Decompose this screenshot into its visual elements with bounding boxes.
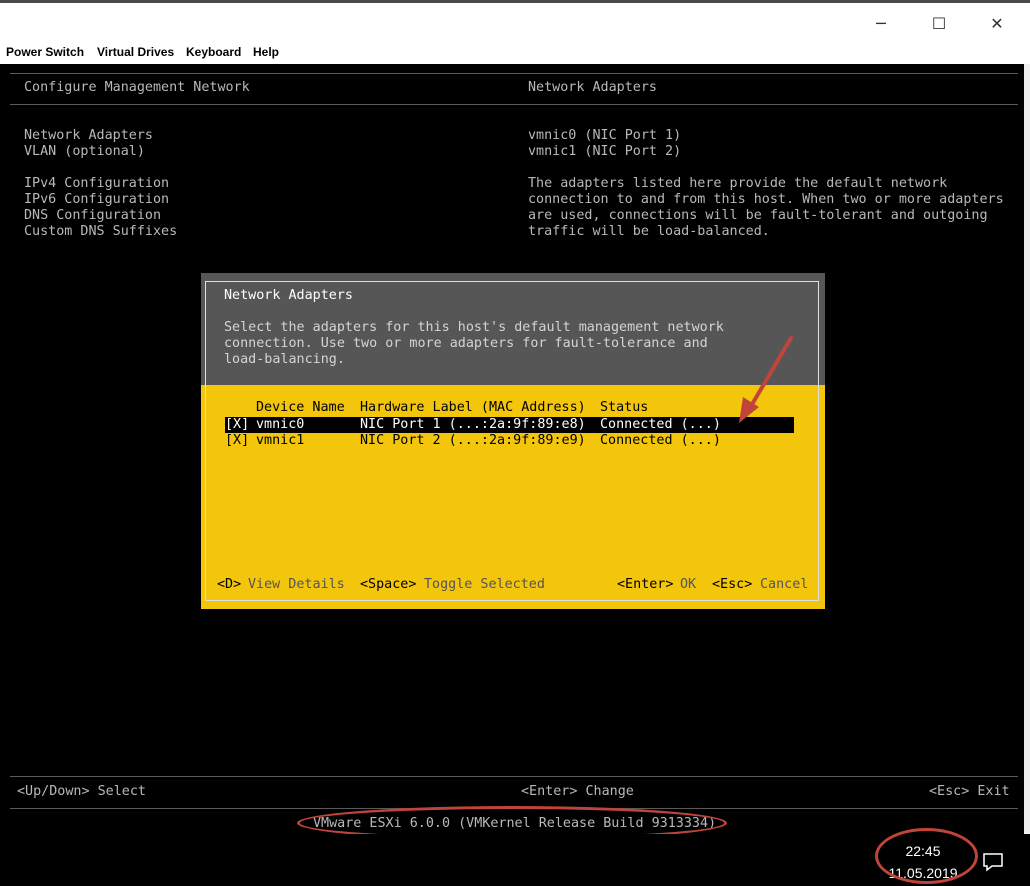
annotation-oval-clock [875,828,978,884]
menu-item-ipv4[interactable]: IPv4 Configuration [24,176,169,192]
menu-keyboard[interactable]: Keyboard [186,45,241,59]
minimize-icon[interactable]: ─ [858,11,904,37]
menu-item-dns-suffixes[interactable]: Custom DNS Suffixes [24,224,177,240]
menu-help[interactable]: Help [253,45,279,59]
console-left-title: Configure Management Network [24,80,250,95]
notification-icon[interactable] [982,852,1004,872]
row-status-vmnic1: Connected (...) [600,433,721,448]
adapter-description-line: connection to and from this host. When t… [528,192,1004,207]
footer-select-hint: <Up/Down> Select [17,784,146,799]
adapter-info-vmnic1: vmnic1 (NIC Port 2) [528,144,682,159]
cancel-label: Cancel [760,577,809,592]
dialog-description-line: load-balancing. [224,352,345,367]
close-icon[interactable]: ✕ [974,11,1020,37]
view-details-key[interactable]: <D> [217,577,241,593]
column-header-status: Status [600,400,649,415]
footer-change-hint: <Enter> Change [521,784,634,799]
row-hardware-vmnic1: NIC Port 2 (...:2a:9f:89:e9) [360,433,586,448]
row-status-vmnic0: Connected (...) [600,417,721,432]
adapter-description-line: are used, connections will be fault-tole… [528,208,988,223]
menu-power-switch[interactable]: Power Switch [6,45,84,59]
menu-item-network-adapters[interactable]: Network Adapters [24,128,153,144]
dialog-title: Network Adapters [224,288,353,303]
menu-item-vlan[interactable]: VLAN (optional) [24,144,145,160]
menu-virtual-drives[interactable]: Virtual Drives [97,45,174,59]
row-checkbox-vmnic0[interactable]: [X] [225,417,249,433]
menu-item-ipv6[interactable]: IPv6 Configuration [24,192,169,208]
adapter-description-line: traffic will be load-balanced. [528,224,770,239]
footer-exit-hint: <Esc> Exit [929,784,1010,799]
maximize-icon[interactable]: ☐ [916,11,962,37]
row-hardware-vmnic0: NIC Port 1 (...:2a:9f:89:e8) [360,417,586,432]
console-scrollbar[interactable] [1024,64,1030,834]
column-header-hardware: Hardware Label (MAC Address) [360,400,586,415]
menu-item-dns[interactable]: DNS Configuration [24,208,161,224]
top-divider [10,73,1018,74]
menu-bar: Power Switch Virtual Drives Keyboard Hel… [0,42,1030,64]
adapter-info-vmnic0: vmnic0 (NIC Port 1) [528,128,682,143]
annotation-arrow-icon [739,336,793,423]
row-device-vmnic1: vmnic1 [256,433,305,448]
view-details-label: View Details [248,577,345,592]
row-device-vmnic0: vmnic0 [256,417,305,432]
cancel-key[interactable]: <Esc> [712,577,752,593]
adapter-description-line: The adapters listed here provide the def… [528,176,948,191]
title-divider [10,104,1018,105]
console-right-title: Network Adapters [528,80,657,95]
toggle-selected-key[interactable]: <Space> [360,577,416,593]
toggle-selected-label: Toggle Selected [424,577,545,592]
column-header-device: Device Name [256,400,345,415]
ok-label: OK [680,577,697,592]
dialog-description-line: Select the adapters for this host's defa… [224,320,724,335]
window-titlebar: ─ ☐ ✕ [0,0,1030,42]
footer-divider [10,776,1018,777]
dialog-description-line: connection. Use two or more adapters for… [224,336,708,351]
row-checkbox-vmnic1[interactable]: [X] [225,433,249,449]
ok-key[interactable]: <Enter> [617,577,673,593]
network-adapters-dialog: Network Adapters Select the adapters for… [201,273,825,609]
